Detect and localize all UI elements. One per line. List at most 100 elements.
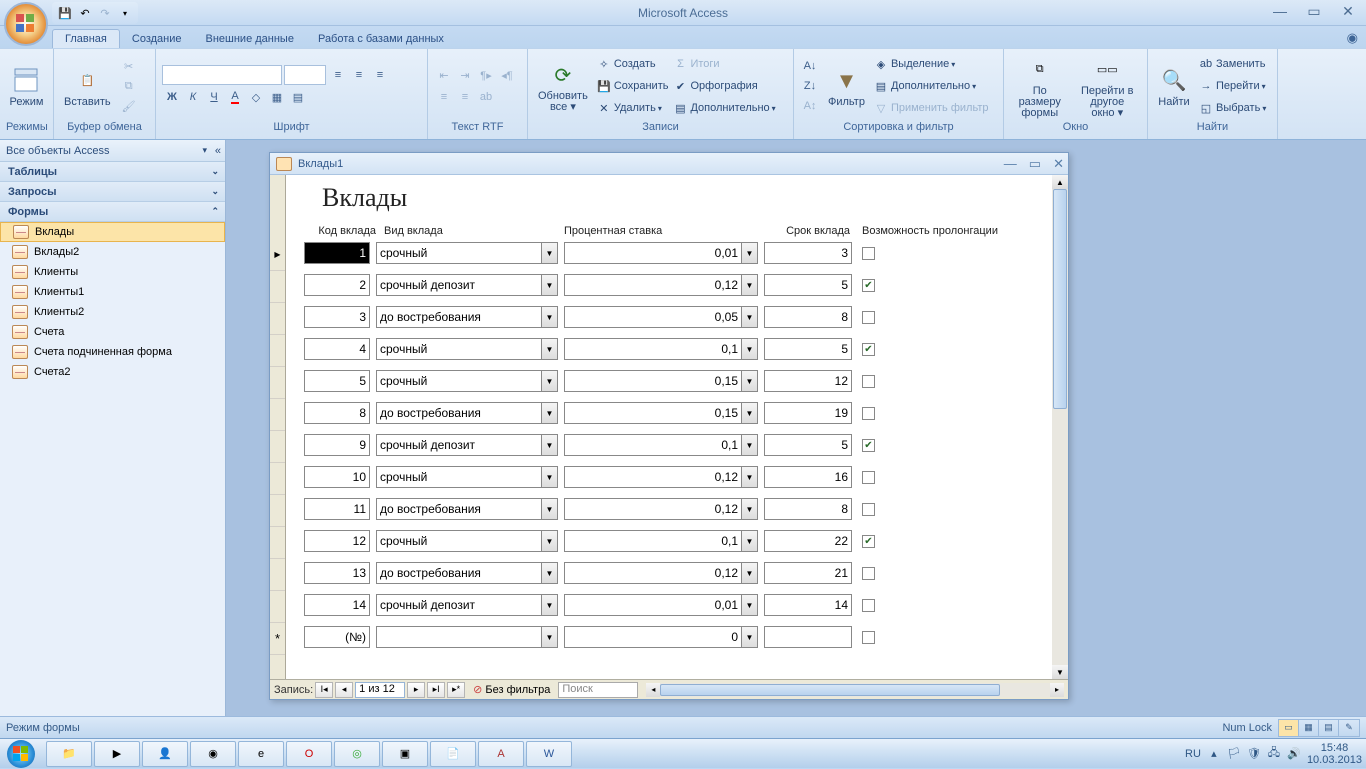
sort-asc-button[interactable]: A↓ [800,56,820,76]
scroll-up-button[interactable]: ▲ [1052,175,1068,189]
undo-icon[interactable]: ↶ [76,4,94,22]
tray-network-icon[interactable]: 🖧 [1267,747,1281,761]
gridlines-button[interactable]: ▦ [267,87,287,107]
nav-group-tables[interactable]: Таблицы⌄ [0,162,225,182]
layout-view-button[interactable]: ▤ [1319,720,1339,736]
dec-indent-button[interactable]: ⇤ [434,65,454,85]
record-selector[interactable] [270,463,285,495]
prolong-checkbox[interactable] [862,375,875,388]
nav-group-forms[interactable]: Формы⌃ [0,202,225,222]
minimize-button[interactable]: — [1268,2,1292,20]
record-selector[interactable] [270,271,285,303]
term-field[interactable]: 12 [764,370,852,392]
term-field[interactable]: 21 [764,562,852,584]
code-field[interactable]: 8 [304,402,370,424]
form-titlebar[interactable]: Вклады1 — ▭ ✕ [270,153,1068,175]
tab-create[interactable]: Создание [120,30,194,48]
view-button[interactable]: Режим [6,63,47,110]
code-field[interactable]: 11 [304,498,370,520]
type-dropdown-button[interactable]: ▼ [542,274,558,296]
fill-color-button[interactable]: ◇ [246,87,266,107]
form-minimize-button[interactable]: — [1004,156,1017,172]
type-field[interactable]: срочный [376,338,542,360]
type-field[interactable]: до востребования [376,498,542,520]
next-record-button[interactable]: ▸ [407,682,425,698]
spelling-button[interactable]: ✔Орфография [672,75,775,97]
prolong-checkbox[interactable] [862,407,875,420]
type-dropdown-button[interactable]: ▼ [542,466,558,488]
code-field[interactable]: 10 [304,466,370,488]
prolong-checkbox[interactable] [862,631,875,644]
tray-flag-icon[interactable]: 🏳 [1227,747,1241,761]
record-selector[interactable] [270,559,285,591]
type-dropdown-button[interactable]: ▼ [542,242,558,264]
totals-button[interactable]: ΣИтоги [672,53,775,75]
type-dropdown-button[interactable]: ▼ [542,530,558,552]
close-button[interactable]: ✕ [1336,2,1360,20]
rate-dropdown-button[interactable]: ▼ [742,402,758,424]
prolong-checkbox[interactable] [862,471,875,484]
rate-dropdown-button[interactable]: ▼ [742,370,758,392]
nav-item-form[interactable]: Клиенты2 [0,302,225,322]
task-access[interactable]: A [478,741,524,767]
goto-button[interactable]: →Перейти ▾ [1198,75,1266,97]
rate-field[interactable]: 0,1 [564,530,742,552]
type-dropdown-button[interactable]: ▼ [542,498,558,520]
inc-indent-button[interactable]: ⇥ [455,65,475,85]
align-left-button[interactable]: ≡ [328,65,348,85]
record-selector[interactable] [270,495,285,527]
task-doc1[interactable]: 📄 [430,741,476,767]
term-field[interactable] [764,626,852,648]
scroll-left-button[interactable]: ◂ [646,683,660,697]
term-field[interactable]: 14 [764,594,852,616]
ltr-button[interactable]: ¶▸ [476,65,496,85]
term-field[interactable]: 3 [764,242,852,264]
tab-home[interactable]: Главная [52,29,120,48]
clock[interactable]: 15:4810.03.2013 [1307,742,1362,766]
code-field[interactable]: 12 [304,530,370,552]
task-utorrent[interactable]: ◎ [334,741,380,767]
nav-group-queries[interactable]: Запросы⌄ [0,182,225,202]
format-painter-button[interactable]: 🖌 [119,96,139,116]
font-family-combo[interactable] [162,65,282,85]
numbering-button[interactable]: ≡ [434,87,454,107]
prolong-checkbox[interactable] [862,279,875,292]
type-field[interactable]: срочный депозит [376,274,542,296]
prev-record-button[interactable]: ◂ [335,682,353,698]
align-center-button[interactable]: ≡ [349,65,369,85]
code-field[interactable]: 13 [304,562,370,584]
nav-item-form[interactable]: Счета [0,322,225,342]
new-record-nav-button[interactable]: ▸* [447,682,465,698]
new-record-button[interactable]: ✧Создать [596,53,669,75]
qat-customize-icon[interactable]: ▾ [116,4,134,22]
type-field[interactable]: срочный депозит [376,594,542,616]
code-field[interactable]: (№) [304,626,370,648]
task-user[interactable]: 👤 [142,741,188,767]
scroll-right-button[interactable]: ▸ [1050,683,1064,697]
clear-sort-button[interactable]: A↕ [800,96,820,116]
code-field[interactable]: 9 [304,434,370,456]
rate-field[interactable]: 0,05 [564,306,742,328]
prolong-checkbox[interactable] [862,535,875,548]
type-field[interactable]: срочный [376,530,542,552]
nav-item-form[interactable]: Клиенты1 [0,282,225,302]
rate-dropdown-button[interactable]: ▼ [742,466,758,488]
rate-field[interactable]: 0,12 [564,466,742,488]
bold-button[interactable]: Ж [162,87,182,107]
term-field[interactable]: 5 [764,338,852,360]
advanced-filter-button[interactable]: ▤Дополнительно ▾ [873,75,989,97]
rate-field[interactable]: 0,01 [564,594,742,616]
find-button[interactable]: 🔍Найти [1154,63,1194,110]
term-field[interactable]: 22 [764,530,852,552]
horizontal-scrollbar[interactable]: ◂ ▸ [646,683,1064,697]
nav-item-form[interactable]: Счета2 [0,362,225,382]
rate-field[interactable]: 0,12 [564,274,742,296]
rate-field[interactable]: 0,12 [564,562,742,584]
delete-record-button[interactable]: ✕Удалить ▾ [596,97,669,119]
filter-indicator[interactable]: ⊘Без фильтра [473,683,550,696]
term-field[interactable]: 16 [764,466,852,488]
prolong-checkbox[interactable] [862,567,875,580]
rate-dropdown-button[interactable]: ▼ [742,498,758,520]
first-record-button[interactable]: I◂ [315,682,333,698]
more-records-button[interactable]: ▤Дополнительно ▾ [672,97,775,119]
